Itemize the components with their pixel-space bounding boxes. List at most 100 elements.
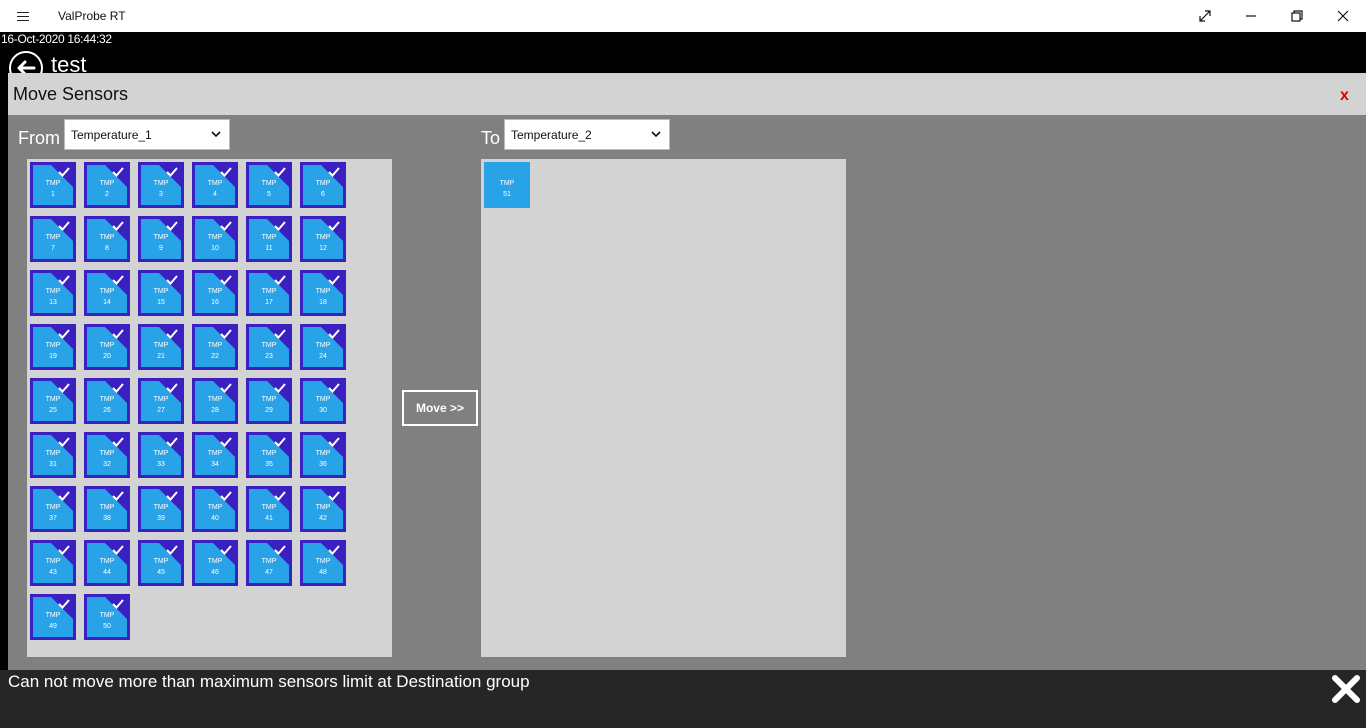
- sensor-tile[interactable]: TMP 38: [84, 486, 130, 532]
- sensor-tile-label: TMP 37: [45, 504, 61, 522]
- sensor-tile[interactable]: TMP 24: [300, 324, 346, 370]
- sensor-tile-label: TMP 50: [99, 612, 115, 630]
- hamburger-menu-icon[interactable]: [12, 8, 34, 24]
- minimize-icon[interactable]: [1228, 0, 1274, 32]
- sensor-tile[interactable]: TMP 47: [246, 540, 292, 586]
- sensor-tile-body: TMP 43: [33, 543, 73, 583]
- sensor-tile-label: TMP 14: [99, 288, 115, 306]
- sensor-tile[interactable]: TMP 40: [192, 486, 238, 532]
- checkmark-icon: [220, 221, 232, 231]
- sensor-tile[interactable]: TMP 9: [138, 216, 184, 262]
- sensor-tile[interactable]: TMP 1: [30, 162, 76, 208]
- close-icon[interactable]: [1320, 0, 1366, 32]
- close-x-icon[interactable]: [1331, 674, 1361, 704]
- sensor-tile[interactable]: TMP 36: [300, 432, 346, 478]
- title-bar: ValProbe RT: [0, 0, 1366, 32]
- sensor-tile[interactable]: TMP 37: [30, 486, 76, 532]
- sensor-tile-body: TMP 36: [303, 435, 343, 475]
- sensor-tile[interactable]: TMP 41: [246, 486, 292, 532]
- sensor-tile[interactable]: TMP 21: [138, 324, 184, 370]
- sensor-tile[interactable]: TMP 29: [246, 378, 292, 424]
- app-header: 16-Oct-2020 16:44:32 test: [0, 32, 1366, 85]
- from-group-select[interactable]: Temperature_1: [64, 119, 230, 150]
- sensor-tile-label: TMP 11: [261, 234, 277, 252]
- sensor-tile[interactable]: TMP 2: [84, 162, 130, 208]
- sensor-tile-body: TMP 1: [33, 165, 73, 205]
- sensor-tile[interactable]: TMP 18: [300, 270, 346, 316]
- sensor-tile[interactable]: TMP 30: [300, 378, 346, 424]
- sensor-tile[interactable]: TMP 25: [30, 378, 76, 424]
- sensor-tile[interactable]: TMP 42: [300, 486, 346, 532]
- sensor-tile-label: TMP 15: [153, 288, 169, 306]
- sensor-tile-body: TMP 3: [141, 165, 181, 205]
- sensor-tile[interactable]: TMP 23: [246, 324, 292, 370]
- sensor-tile[interactable]: TMP 4: [192, 162, 238, 208]
- sensor-tile[interactable]: TMP 15: [138, 270, 184, 316]
- sensor-tile[interactable]: TMP 33: [138, 432, 184, 478]
- sensor-tile-label: TMP 25: [45, 396, 61, 414]
- sensor-tile[interactable]: TMP 7: [30, 216, 76, 262]
- sensor-tile-body: TMP 31: [33, 435, 73, 475]
- restore-icon[interactable]: [1274, 0, 1320, 32]
- sensor-tile[interactable]: TMP 35: [246, 432, 292, 478]
- sensor-tile-label: TMP 24: [315, 342, 331, 360]
- sensor-tile-body: TMP 21: [141, 327, 181, 367]
- sensor-tile[interactable]: TMP 11: [246, 216, 292, 262]
- checkmark-icon: [328, 167, 340, 177]
- sensor-tile[interactable]: TMP 34: [192, 432, 238, 478]
- sensor-tile-label: TMP 7: [45, 234, 61, 252]
- sensor-tile[interactable]: TMP 26: [84, 378, 130, 424]
- sensor-tile-label: TMP 9: [153, 234, 169, 252]
- sensor-tile-body: TMP 12: [303, 219, 343, 259]
- to-group-select[interactable]: Temperature_2: [504, 119, 670, 150]
- sensor-tile[interactable]: TMP 50: [84, 594, 130, 640]
- sensor-tile[interactable]: TMP 27: [138, 378, 184, 424]
- sensor-tile-label: TMP 8: [99, 234, 115, 252]
- sensor-tile[interactable]: TMP 12: [300, 216, 346, 262]
- sensor-tile[interactable]: TMP 16: [192, 270, 238, 316]
- sensor-tile[interactable]: TMP 31: [30, 432, 76, 478]
- sensor-tile-label: TMP 3: [153, 180, 169, 198]
- sensor-tile[interactable]: TMP 22: [192, 324, 238, 370]
- sensor-tile[interactable]: TMP 51: [484, 162, 530, 208]
- expand-icon[interactable]: [1182, 0, 1228, 32]
- sensor-tile[interactable]: TMP 13: [30, 270, 76, 316]
- sensor-tile[interactable]: TMP 10: [192, 216, 238, 262]
- sensor-tile[interactable]: TMP 46: [192, 540, 238, 586]
- move-button[interactable]: Move >>: [402, 390, 478, 426]
- checkmark-icon: [274, 545, 286, 555]
- sensor-tile-label: TMP 2: [99, 180, 115, 198]
- sensor-tile-label: TMP 13: [45, 288, 61, 306]
- sensor-tile[interactable]: TMP 48: [300, 540, 346, 586]
- sensor-tile[interactable]: TMP 43: [30, 540, 76, 586]
- sensor-tile-body: TMP 8: [87, 219, 127, 259]
- sensor-tile-body: TMP 27: [141, 381, 181, 421]
- dialog-close-button[interactable]: x: [1340, 87, 1349, 105]
- sensor-tile[interactable]: TMP 8: [84, 216, 130, 262]
- checkmark-icon: [166, 545, 178, 555]
- sensor-tile-label: TMP 1: [45, 180, 61, 198]
- sensor-tile[interactable]: TMP 6: [300, 162, 346, 208]
- checkmark-icon: [274, 437, 286, 447]
- sensor-tile[interactable]: TMP 45: [138, 540, 184, 586]
- sensor-tile[interactable]: TMP 14: [84, 270, 130, 316]
- sensor-tile-body: TMP 11: [249, 219, 289, 259]
- sensor-tile-body: TMP 4: [195, 165, 235, 205]
- sensor-tile-label: TMP 43: [45, 558, 61, 576]
- sensor-tile[interactable]: TMP 49: [30, 594, 76, 640]
- sensor-tile[interactable]: TMP 20: [84, 324, 130, 370]
- sensor-tile-label: TMP 42: [315, 504, 331, 522]
- sensor-tile[interactable]: TMP 28: [192, 378, 238, 424]
- sensor-tile-label: TMP 45: [153, 558, 169, 576]
- sensor-tile[interactable]: TMP 17: [246, 270, 292, 316]
- sensor-tile[interactable]: TMP 32: [84, 432, 130, 478]
- sensor-tile[interactable]: TMP 5: [246, 162, 292, 208]
- sensor-tile[interactable]: TMP 3: [138, 162, 184, 208]
- sensor-tile[interactable]: TMP 39: [138, 486, 184, 532]
- sensor-tile[interactable]: TMP 19: [30, 324, 76, 370]
- checkmark-icon: [166, 221, 178, 231]
- sensor-tile-label: TMP 27: [153, 396, 169, 414]
- checkmark-icon: [166, 275, 178, 285]
- checkmark-icon: [274, 221, 286, 231]
- sensor-tile[interactable]: TMP 44: [84, 540, 130, 586]
